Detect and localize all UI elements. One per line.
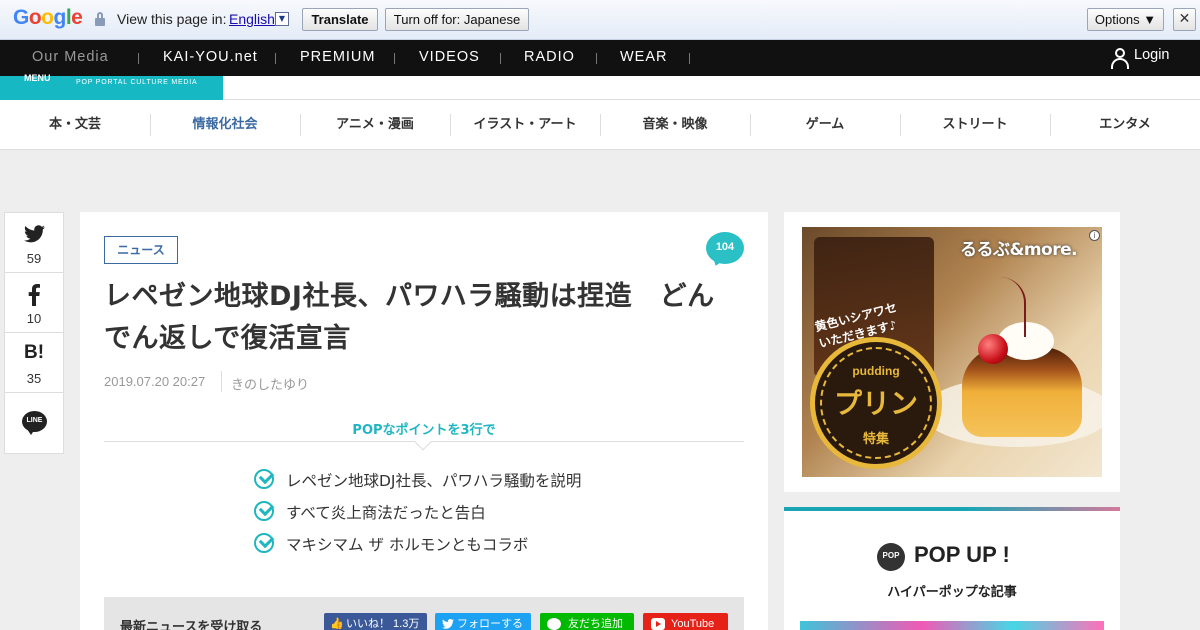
line-icon	[547, 618, 561, 630]
sidebar-ad: るるぶ&more. i 黄色いシアワセ いただきます♪ pudding プリン …	[784, 212, 1120, 492]
pudding-image	[962, 347, 1082, 437]
site-tagline: POP PORTAL CULTURE MEDIA	[76, 79, 198, 86]
login-link[interactable]: Login	[1134, 47, 1169, 63]
pop-icon-label: POP	[882, 551, 900, 560]
category-street[interactable]: ストリート	[900, 100, 1050, 150]
check-icon	[254, 469, 274, 489]
facebook-icon	[28, 284, 40, 306]
check-icon	[254, 533, 274, 553]
twitter-icon	[24, 225, 45, 243]
twitter-share-button[interactable]: 59	[5, 213, 63, 273]
line-add-friend-label: 友だち追加	[568, 618, 623, 630]
line-share-button[interactable]: LINE	[5, 393, 63, 453]
nav-item-radio[interactable]: RADIO	[524, 49, 575, 65]
nav-separator	[275, 53, 276, 64]
article-card: ニュース 104 レペゼン地球DJ社長、パワハラ騒動は捏造 どん でん返しで復活…	[80, 212, 768, 630]
pop-icon: POP	[877, 543, 905, 571]
site-logo[interactable]: MENU POP PORTAL CULTURE MEDIA	[0, 73, 223, 100]
category-nav: 本・文芸 情報化社会 アニメ・漫画 イラスト・アート 音楽・映像 ゲーム ストリ…	[0, 100, 1200, 150]
facebook-share-count: 10	[26, 311, 42, 326]
line-icon-label: LINE	[26, 417, 43, 424]
line-add-friend-button[interactable]: 友だち追加	[540, 613, 634, 630]
comment-count: 104	[715, 241, 735, 253]
options-button[interactable]: Options ▼	[1087, 8, 1164, 31]
popup-title: POP UP !	[914, 542, 1010, 567]
hatena-share-button[interactable]: B! 35	[5, 333, 63, 393]
top-nav: Our Media KAI-YOU.net PREMIUM VIDEOS RAD…	[0, 40, 1200, 76]
close-icon[interactable]: ✕	[1173, 8, 1196, 31]
nav-item-wear[interactable]: WEAR	[620, 49, 668, 65]
pop-point: すべて炎上商法だったと告白	[286, 504, 486, 522]
youtube-play-icon	[656, 621, 661, 627]
lock-icon	[95, 12, 105, 26]
news-tag[interactable]: ニュース	[104, 236, 178, 264]
category-anime-manga[interactable]: アニメ・漫画	[300, 100, 450, 150]
menu-button[interactable]: MENU	[24, 73, 51, 83]
popup-section: POP POP UP ! ハイパーポップな記事	[784, 507, 1120, 630]
translate-bar: Google View this page in: English ▼ Tran…	[0, 0, 1200, 40]
category-music-video[interactable]: 音楽・映像	[600, 100, 750, 150]
article-date: 2019.07.20 20:27	[104, 374, 206, 389]
nav-item-premium[interactable]: PREMIUM	[300, 49, 375, 65]
twitter-icon	[442, 619, 454, 629]
youtube-subscribe-label: YouTube	[671, 618, 715, 630]
follow-bar: 最新ニュースを受け取る 👍 いいね！ 1.3万 フォローする 友だち追加 You…	[104, 597, 744, 630]
pudding-badge: pudding プリン 特集	[810, 337, 942, 469]
logo-strip: MENU POP PORTAL CULTURE MEDIA	[0, 73, 1200, 100]
category-game[interactable]: ゲーム	[750, 100, 900, 150]
user-icon[interactable]	[1110, 48, 1130, 69]
nav-separator	[500, 53, 501, 64]
nav-separator	[596, 53, 597, 64]
article-title: レペゼン地球DJ社長、パワハラ騒動は捏造 どん でん返しで復活宣言	[104, 276, 748, 360]
thumbs-up-icon: 👍	[330, 618, 344, 630]
twitter-follow-label: フォローする	[457, 618, 523, 630]
article-title-line: レペゼン地球DJ社長、パワハラ騒動は捏造 どん	[104, 281, 715, 312]
nav-separator	[138, 53, 139, 64]
category-information-society[interactable]: 情報化社会	[150, 100, 300, 150]
category-books[interactable]: 本・文芸	[0, 100, 150, 150]
meta-divider	[221, 371, 222, 392]
check-icon	[254, 501, 274, 521]
language-link[interactable]: English	[229, 11, 275, 27]
category-illustration-art[interactable]: イラスト・アート	[450, 100, 600, 150]
ad-info-icon[interactable]: i	[1089, 230, 1100, 241]
nav-separator	[394, 53, 395, 64]
nav-item-videos[interactable]: VIDEOS	[419, 49, 480, 65]
category-entertainment[interactable]: エンタメ	[1050, 100, 1200, 150]
youtube-subscribe-button[interactable]: YouTube	[643, 613, 728, 630]
pop-point: マキシマム ザ ホルモンともコラボ	[286, 536, 529, 554]
nav-separator	[689, 53, 690, 64]
share-bar: 59 10 B! 35 LINE	[4, 212, 64, 454]
badge-top-text: pudding	[852, 364, 900, 378]
language-dropdown-icon[interactable]: ▼	[275, 12, 289, 26]
cherry-stem	[1000, 277, 1026, 337]
pop-point: レペゼン地球DJ社長、パワハラ騒動を説明	[286, 472, 582, 490]
ad-brand-logo: るるぶ&more.	[960, 240, 1078, 260]
translate-prompt: View this page in:	[117, 11, 227, 27]
facebook-like-button[interactable]: 👍 いいね！ 1.3万	[324, 613, 427, 630]
pudding-ad-banner[interactable]: るるぶ&more. i 黄色いシアワセ いただきます♪ pudding プリン …	[802, 227, 1102, 477]
badge-main-text: プリン	[833, 387, 918, 420]
facebook-share-button[interactable]: 10	[5, 273, 63, 333]
hatena-icon: B!	[23, 342, 45, 363]
facebook-like-label: いいね！ 1.3万	[346, 618, 420, 630]
popup-subtitle: ハイパーポップな記事	[887, 585, 1017, 600]
follow-label: 最新ニュースを受け取る	[120, 620, 263, 630]
google-logo: Google	[13, 6, 83, 29]
article-author[interactable]: きのしたゆり	[231, 374, 309, 393]
line-icon-tail	[27, 429, 35, 435]
badge-bottom-text: 特集	[862, 432, 889, 447]
cherry	[978, 334, 1008, 364]
nav-item-our-media[interactable]: Our Media	[32, 49, 109, 65]
comment-count-badge[interactable]: 104	[706, 232, 744, 268]
article-title-line: でん返しで復活宣言	[104, 323, 351, 354]
translate-button[interactable]: Translate	[302, 8, 378, 31]
nav-item-kai-you[interactable]: KAI-YOU.net	[163, 49, 258, 65]
hatena-share-count: 35	[26, 371, 42, 386]
popup-article-thumbnail[interactable]	[800, 621, 1104, 630]
twitter-share-count: 59	[26, 251, 42, 266]
turn-off-button[interactable]: Turn off for: Japanese	[385, 8, 529, 31]
twitter-follow-button[interactable]: フォローする	[435, 613, 531, 630]
